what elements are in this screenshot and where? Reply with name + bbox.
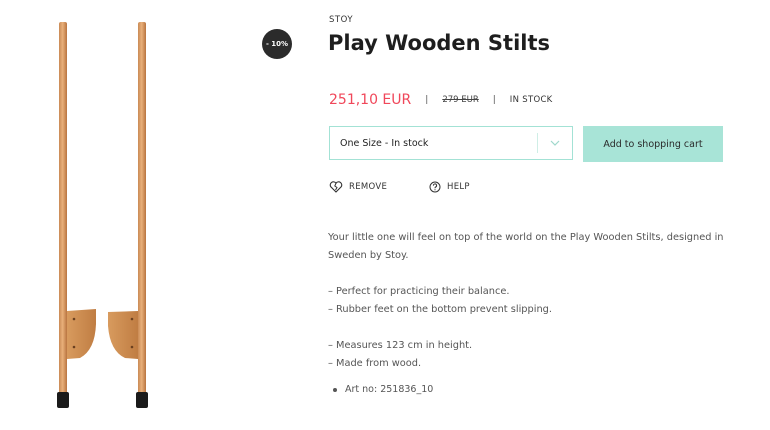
description-line: – Made from wood. bbox=[328, 358, 422, 369]
description-line: – Perfect for practicing their balance. bbox=[328, 286, 510, 297]
bullet-dot bbox=[333, 387, 337, 392]
help-label[interactable]: HELP bbox=[447, 182, 470, 192]
stock-status: IN STOCK bbox=[509, 95, 553, 105]
product-description: Your little one will feel on top of the … bbox=[328, 229, 728, 373]
description-intro: Your little one will feel on top of the … bbox=[328, 232, 724, 261]
size-select-value[interactable]: One Size - In stock bbox=[330, 138, 537, 149]
stock-separator: | bbox=[492, 95, 496, 105]
remove-label[interactable]: REMOVE bbox=[349, 182, 387, 192]
product-title: Play Wooden Stilts bbox=[328, 31, 551, 55]
article-number-text: Art no: 251836_10 bbox=[345, 384, 434, 395]
price-row: 251,10 EUR | 279 EUR | IN STOCK bbox=[329, 92, 553, 108]
add-to-cart-button[interactable]: Add to shopping cart bbox=[583, 126, 723, 162]
help-button[interactable]: HELP bbox=[429, 181, 470, 193]
help-circle-icon bbox=[429, 181, 441, 193]
description-line: – Measures 123 cm in height. bbox=[328, 340, 473, 351]
product-image[interactable] bbox=[40, 18, 170, 412]
chevron-down-icon[interactable] bbox=[538, 140, 572, 146]
original-price: 279 EUR bbox=[442, 95, 479, 105]
article-number: Art no: 251836_10 bbox=[333, 384, 433, 395]
size-select[interactable]: One Size - In stock bbox=[329, 126, 573, 160]
current-price: 251,10 EUR bbox=[329, 92, 412, 108]
description-line: – Rubber feet on the bottom prevent slip… bbox=[328, 304, 553, 315]
brand-name[interactable]: STOY bbox=[329, 15, 353, 25]
remove-button[interactable]: REMOVE bbox=[329, 181, 387, 193]
price-separator: | bbox=[425, 95, 429, 105]
discount-badge: - 10% bbox=[262, 29, 292, 59]
heart-broken-icon bbox=[329, 181, 343, 193]
